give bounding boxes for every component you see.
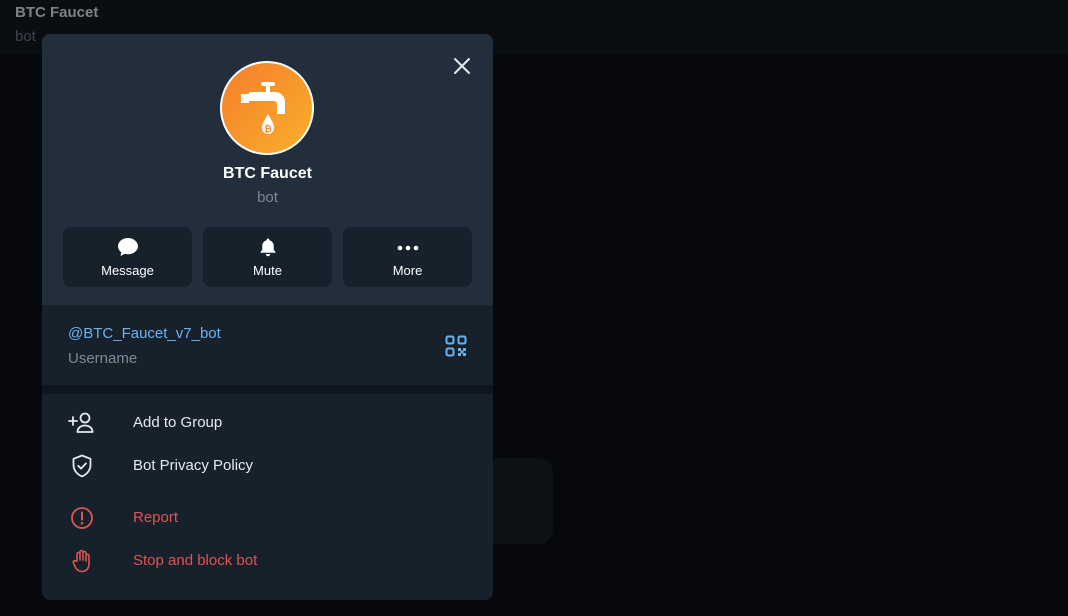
faucet-bitcoin-icon: ₿ (241, 82, 285, 135)
shield-check-icon (72, 454, 92, 478)
profile-header: ₿ BTC Faucet bot Message Mute More (42, 34, 493, 305)
message-button-label: Message (101, 263, 154, 278)
add-user-icon (68, 412, 94, 433)
avatar[interactable]: ₿ (220, 61, 314, 155)
svg-text:₿: ₿ (264, 124, 271, 135)
more-button-label: More (392, 263, 423, 278)
mute-button-label: Mute (253, 263, 282, 278)
stop-hand-icon (72, 549, 90, 573)
bell-icon (260, 238, 275, 257)
username-row[interactable]: @BTC_Faucet_v7_bot Username (42, 305, 493, 385)
more-button[interactable]: More (343, 227, 472, 287)
menu-item-stop-and-block-bot[interactable]: Stop and block bot (42, 541, 493, 581)
qr-code-icon (445, 335, 467, 357)
username-link[interactable]: @BTC_Faucet_v7_bot (68, 325, 221, 342)
bot-profile-dialog: ₿ BTC Faucet bot Message Mute More @BTC_… (42, 34, 493, 600)
section-divider (42, 385, 493, 394)
profile-status: bot (257, 189, 278, 206)
profile-name: BTC Faucet (223, 165, 312, 182)
menu-item-label: Bot Privacy Policy (133, 457, 254, 474)
menu-item-label: Add to Group (133, 414, 223, 431)
alert-circle-icon (71, 507, 93, 529)
message-button[interactable]: Message (63, 227, 192, 287)
menu-item-label: Stop and block bot (133, 552, 258, 569)
close-icon (454, 58, 470, 74)
menu-item-add-to-group[interactable]: Add to Group (42, 403, 493, 443)
menu-item-bot-privacy-policy[interactable]: Bot Privacy Policy (42, 446, 493, 486)
more-dots-icon (397, 245, 418, 251)
close-button[interactable] (450, 54, 474, 78)
username-caption: Username (68, 350, 138, 367)
menu-item-report[interactable]: Report (42, 498, 493, 538)
mute-button[interactable]: Mute (203, 227, 332, 287)
menu-item-label: Report (133, 509, 179, 526)
qr-code-button[interactable] (445, 335, 467, 357)
chat-bubble-icon (117, 238, 138, 256)
